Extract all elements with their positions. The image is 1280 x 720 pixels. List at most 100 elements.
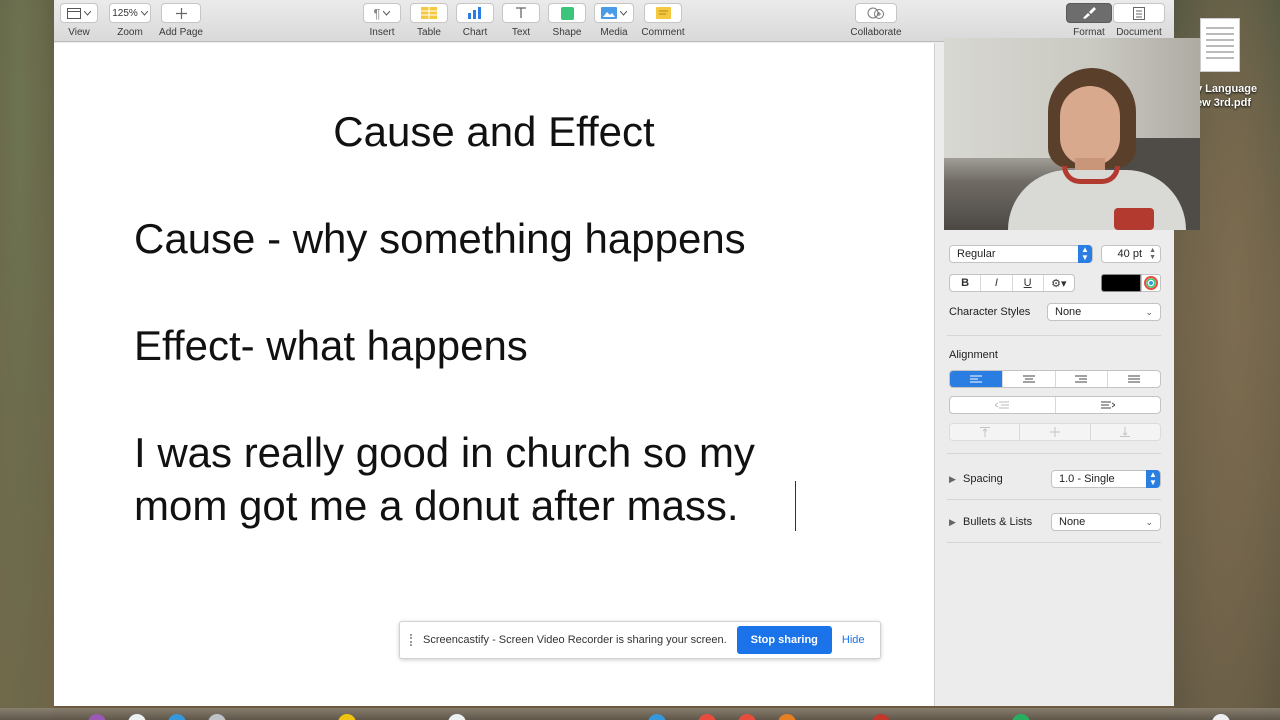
- dock: [0, 708, 1280, 720]
- align-left-icon: [969, 375, 982, 382]
- align-center-button[interactable]: [1003, 371, 1056, 387]
- bullets-select[interactable]: None ⌄: [1051, 513, 1161, 531]
- insert-button[interactable]: ¶: [363, 3, 401, 23]
- document-line-example-1[interactable]: I was really good in church so my: [134, 429, 755, 477]
- insert-menu[interactable]: ¶ Insert: [362, 3, 402, 38]
- color-wheel-button[interactable]: [1141, 274, 1161, 292]
- decrease-indent-button[interactable]: [950, 397, 1056, 413]
- document-button[interactable]: [1113, 3, 1165, 23]
- increase-indent-button[interactable]: [1056, 397, 1161, 413]
- add-page-control[interactable]: Add Page: [158, 3, 204, 38]
- character-styles-value: None: [1055, 306, 1082, 318]
- align-center-icon: [1022, 375, 1035, 382]
- screen-share-bar: Screencastify - Screen Video Recorder is…: [399, 621, 881, 659]
- font-size-field[interactable]: 40 pt ▲ ▼: [1101, 245, 1161, 263]
- add-page-button[interactable]: [161, 3, 201, 23]
- shape-button[interactable]: [548, 3, 586, 23]
- font-size-value: 40 pt: [1117, 248, 1142, 260]
- desktop-pdf-file-icon[interactable]: [1200, 18, 1240, 72]
- zoom-button[interactable]: 125%: [109, 3, 151, 23]
- document-line-example-2[interactable]: mom got me a donut after mass.: [134, 482, 739, 530]
- stop-sharing-button[interactable]: Stop sharing: [736, 626, 832, 654]
- format-tab[interactable]: Format: [1066, 3, 1112, 38]
- justify-button[interactable]: [1108, 371, 1160, 387]
- chevron-down-icon: [140, 10, 148, 16]
- align-top-button[interactable]: [950, 424, 1021, 440]
- shape-label: Shape: [552, 27, 582, 38]
- outdent-icon: [995, 401, 1010, 408]
- hide-button[interactable]: Hide: [842, 634, 865, 646]
- underline-button[interactable]: U: [1013, 275, 1044, 291]
- spacing-label[interactable]: Spacing: [963, 473, 1003, 485]
- text-options-button[interactable]: ⚙▾: [1044, 275, 1074, 291]
- justify-icon: [1128, 375, 1141, 382]
- align-right-icon: [1075, 375, 1088, 382]
- webcam-video-overlay[interactable]: [944, 38, 1200, 230]
- align-bottom-button[interactable]: [1091, 424, 1160, 440]
- indent-segment: [949, 396, 1161, 414]
- table-label: Table: [417, 27, 441, 38]
- align-middle-button[interactable]: [1020, 424, 1091, 440]
- chevron-down-icon: [383, 10, 391, 16]
- webcam-person-collar: [1062, 166, 1120, 184]
- document-line-effect[interactable]: Effect- what happens: [134, 322, 528, 370]
- italic-button[interactable]: I: [981, 275, 1013, 291]
- ibeam-cursor-icon: I: [532, 505, 537, 522]
- format-button[interactable]: [1066, 3, 1112, 23]
- document-title[interactable]: Cause and Effect: [54, 108, 934, 156]
- bullets-lists-label[interactable]: Bullets & Lists: [963, 516, 1032, 528]
- view-menu[interactable]: View: [60, 3, 98, 38]
- chart-label: Chart: [462, 27, 488, 38]
- table-icon: [421, 7, 437, 19]
- chart-button[interactable]: [456, 3, 494, 23]
- text-control[interactable]: Text: [501, 3, 541, 38]
- text-button[interactable]: [502, 3, 540, 23]
- bold-button[interactable]: B: [950, 275, 982, 291]
- font-style-select[interactable]: Regular ▲ ▼: [949, 245, 1093, 263]
- shape-control[interactable]: Shape: [547, 3, 587, 38]
- desktop-file-name-line2: ew 3rd.pdf: [1196, 97, 1252, 109]
- collaborate-button[interactable]: [855, 3, 897, 23]
- document-line-cause[interactable]: Cause - why something happens: [134, 215, 746, 263]
- document-tab[interactable]: Document: [1112, 3, 1166, 38]
- chart-icon: [468, 7, 481, 19]
- sidebar-icon: [67, 7, 81, 19]
- align-left-button[interactable]: [950, 371, 1003, 387]
- table-button[interactable]: [410, 3, 448, 23]
- character-styles-select[interactable]: None ⌄: [1047, 303, 1161, 321]
- spacing-select[interactable]: 1.0 - Single ▲ ▼: [1051, 470, 1161, 488]
- align-bottom-icon: [1120, 427, 1131, 437]
- zoom-label: Zoom: [117, 27, 143, 38]
- up-down-chevron-icon: ▲ ▼: [1146, 470, 1160, 488]
- drag-handle-icon[interactable]: [410, 634, 414, 646]
- align-right-button[interactable]: [1056, 371, 1109, 387]
- document-icon: [1133, 6, 1145, 20]
- desktop-file-name[interactable]: y Language ew 3rd.pdf: [1196, 82, 1280, 110]
- paintbrush-icon: [1083, 7, 1096, 19]
- comment-button[interactable]: [644, 3, 682, 23]
- zoom-menu[interactable]: 125% Zoom: [108, 3, 152, 38]
- media-button[interactable]: [594, 3, 634, 23]
- text-box-icon: [516, 7, 526, 18]
- comment-control[interactable]: Comment: [637, 3, 689, 38]
- collaborate-control[interactable]: Collaborate: [846, 3, 906, 38]
- chart-control[interactable]: Chart: [455, 3, 495, 38]
- view-label: View: [68, 27, 90, 38]
- desktop-file-name-line1: y Language: [1196, 83, 1258, 95]
- document-canvas[interactable]: Cause and Effect Cause - why something h…: [54, 43, 934, 706]
- text-color-swatch[interactable]: [1101, 274, 1141, 292]
- alignment-label: Alignment: [949, 349, 998, 361]
- view-button[interactable]: [60, 3, 98, 23]
- disclosure-triangle-icon[interactable]: ▶: [949, 517, 956, 528]
- table-control[interactable]: Table: [409, 3, 449, 38]
- chevron-down-icon: [84, 10, 91, 16]
- comment-label: Comment: [641, 27, 685, 38]
- divider: [947, 499, 1161, 500]
- media-menu[interactable]: Media: [593, 3, 635, 38]
- shape-icon: [560, 6, 574, 20]
- image-icon: [601, 7, 617, 19]
- document-label: Document: [1116, 27, 1162, 38]
- toolbar: View 125% Zoom Add Page ¶ Insert Table C…: [54, 0, 1174, 42]
- disclosure-triangle-icon[interactable]: ▶: [949, 474, 956, 485]
- add-page-label: Add Page: [159, 27, 203, 38]
